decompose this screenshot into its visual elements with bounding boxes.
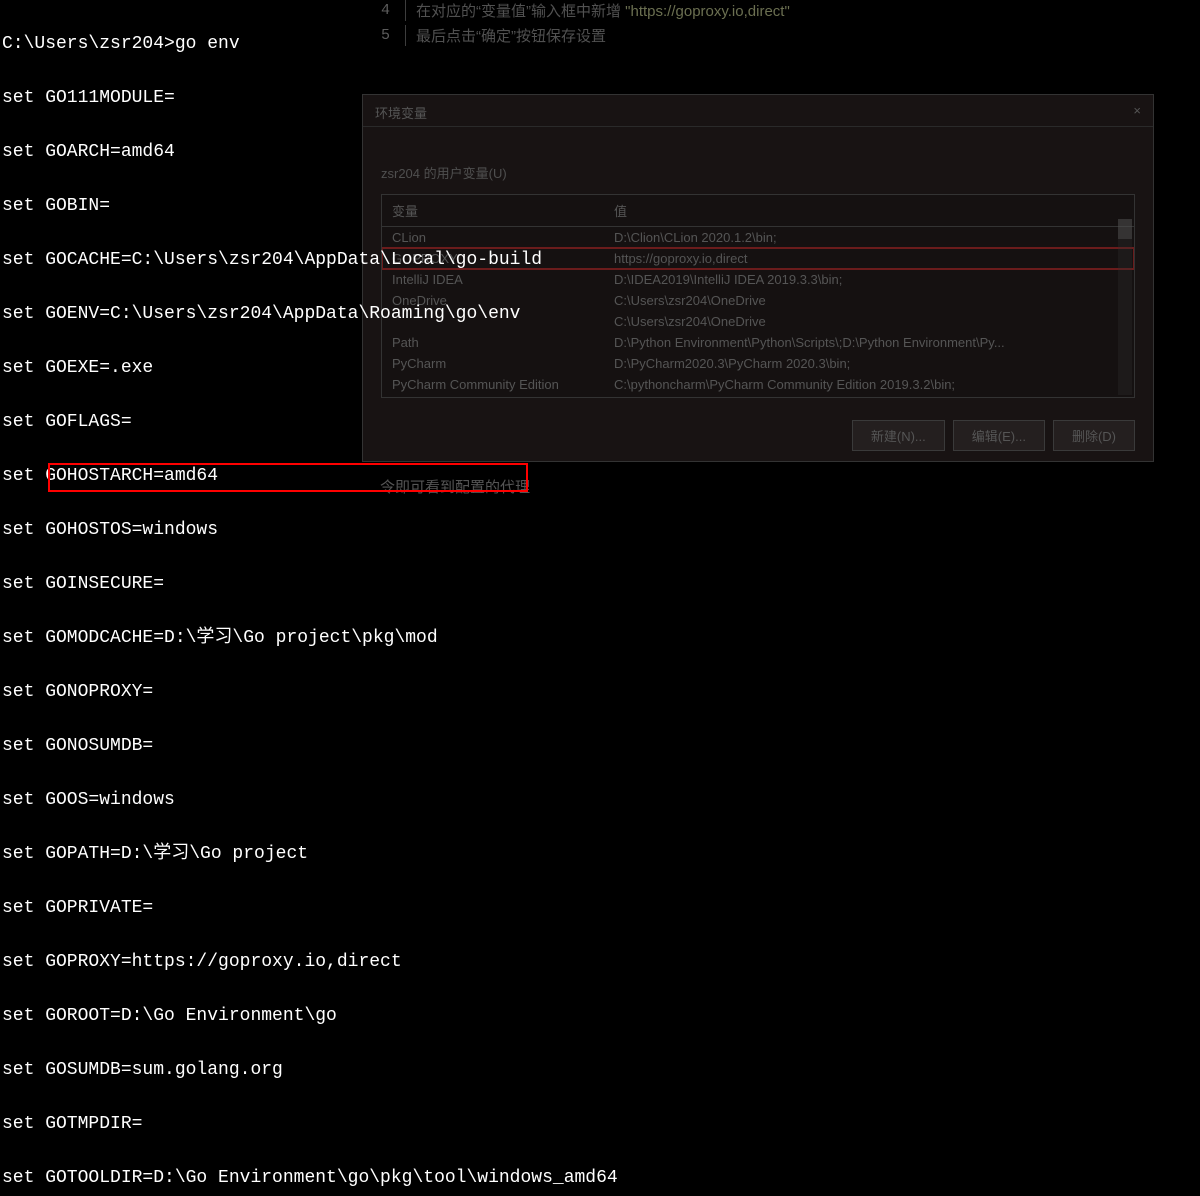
terminal-line: set GONOPROXY= — [2, 679, 1200, 706]
terminal-line: set GOSUMDB=sum.golang.org — [2, 1057, 1200, 1084]
terminal-line: set GOARCH=amd64 — [2, 139, 1200, 166]
terminal-line: set GOENV=C:\Users\zsr204\AppData\Roamin… — [2, 301, 1200, 328]
terminal-line: set GOROOT=D:\Go Environment\go — [2, 1003, 1200, 1030]
red-highlight-box — [48, 463, 528, 492]
terminal-line: set GOCACHE=C:\Users\zsr204\AppData\Loca… — [2, 247, 1200, 274]
terminal-line: set GOOS=windows — [2, 787, 1200, 814]
terminal-line: set GONOSUMDB= — [2, 733, 1200, 760]
terminal-line: set GOPRIVATE= — [2, 895, 1200, 922]
terminal-line: set GOHOSTOS=windows — [2, 517, 1200, 544]
terminal-line: set GOFLAGS= — [2, 409, 1200, 436]
terminal-line: set GOPATH=D:\学习\Go project — [2, 841, 1200, 868]
terminal-line: set GO111MODULE= — [2, 85, 1200, 112]
terminal-line: set GOTOOLDIR=D:\Go Environment\go\pkg\t… — [2, 1165, 1200, 1192]
terminal-line: set GOPROXY=https://goproxy.io,direct — [2, 949, 1200, 976]
terminal-line: set GOMODCACHE=D:\学习\Go project\pkg\mod — [2, 625, 1200, 652]
terminal-line: set GOTMPDIR= — [2, 1111, 1200, 1138]
terminal-prompt: C:\Users\zsr204>go env — [2, 31, 1200, 58]
terminal-line: set GOINSECURE= — [2, 571, 1200, 598]
terminal-line: set GOBIN= — [2, 193, 1200, 220]
terminal-output: C:\Users\zsr204>go env set GO111MODULE= … — [0, 0, 1200, 598]
terminal-line: set GOEXE=.exe — [2, 355, 1200, 382]
